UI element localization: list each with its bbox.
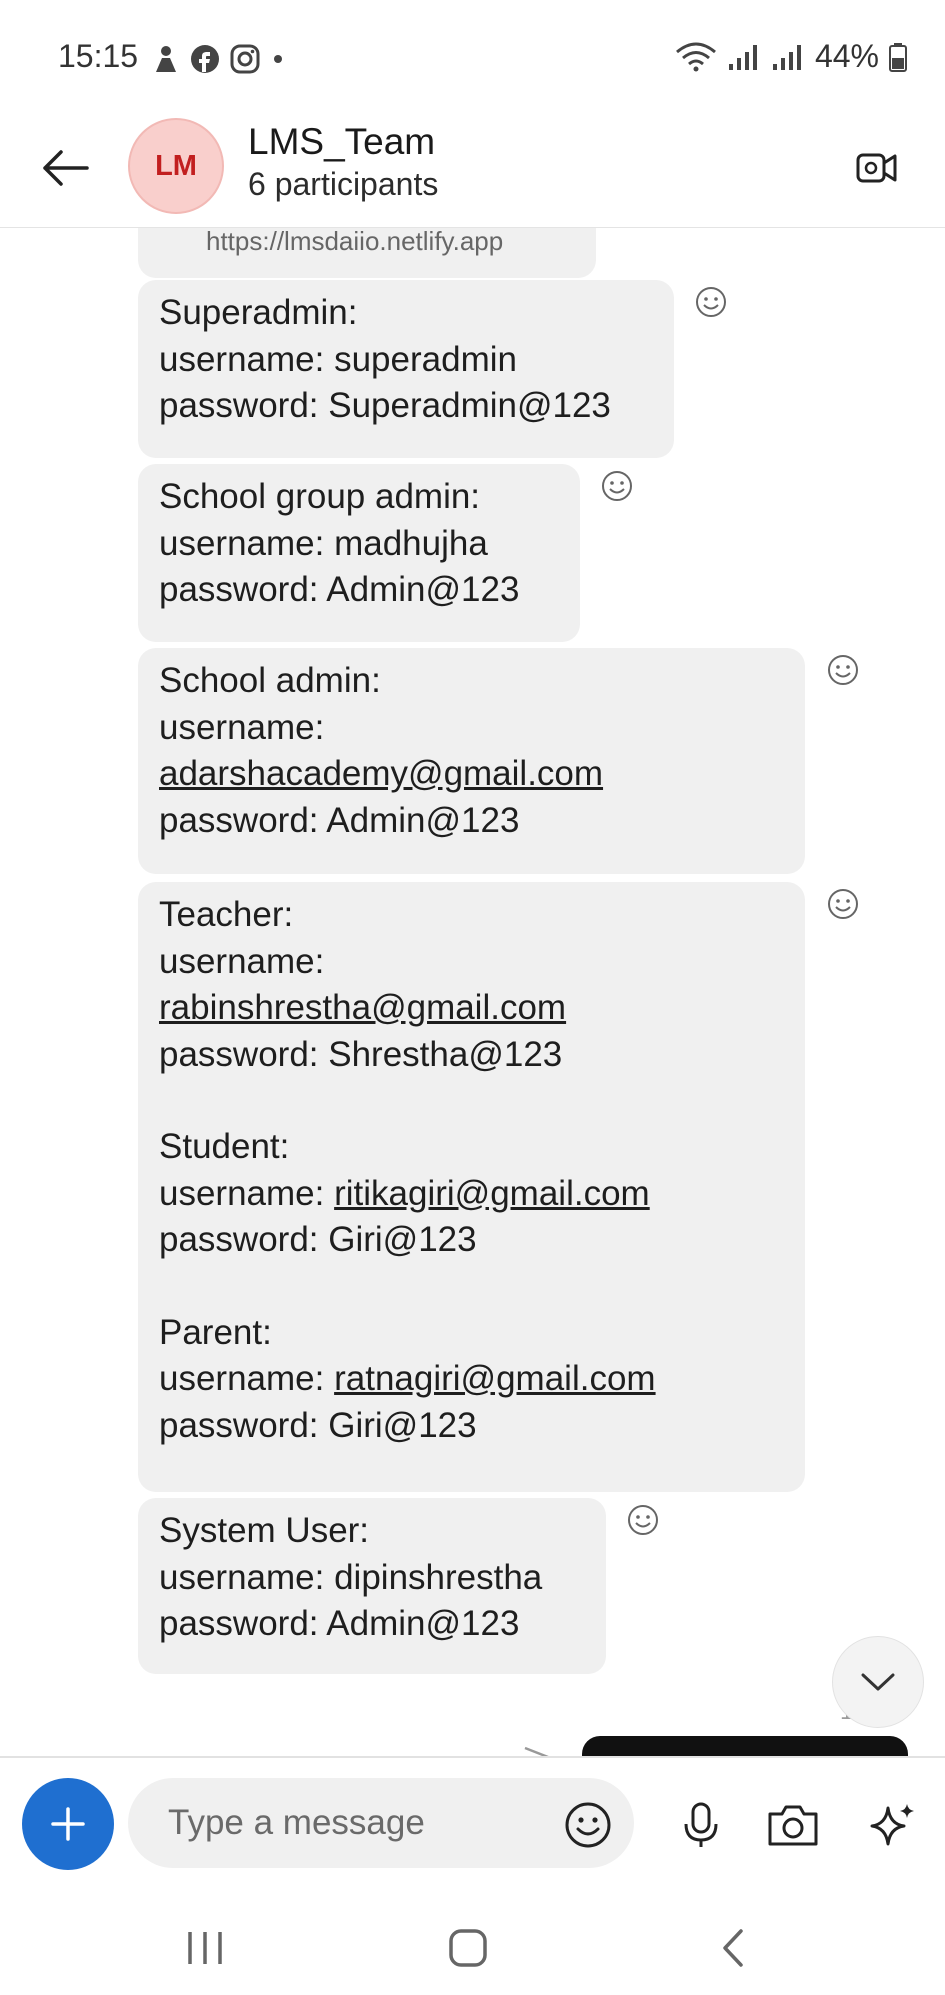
chevron-down-icon xyxy=(861,1673,895,1691)
message-line: password: Admin@123 xyxy=(159,1604,520,1643)
email-link[interactable]: adarshacademy@gmail.com xyxy=(159,754,603,793)
signal-icon-2 xyxy=(772,44,801,70)
image-message-preview[interactable] xyxy=(582,1736,908,1756)
message-line: Parent: xyxy=(159,1312,272,1352)
message-line: password: Admin@123 xyxy=(159,800,520,840)
signal-icon xyxy=(728,44,757,70)
chat-messages[interactable]: https://lmsdaiio.netlify.app Superadmin:… xyxy=(0,228,945,1756)
message-line: School admin: xyxy=(159,661,381,700)
add-reaction-icon[interactable] xyxy=(826,653,860,687)
status-app-icons xyxy=(152,44,286,74)
back-button[interactable] xyxy=(34,137,96,199)
scroll-to-bottom-button[interactable] xyxy=(832,1636,924,1728)
message-line: password: Giri@123 xyxy=(159,1405,477,1445)
message-line: Teacher: xyxy=(159,895,294,934)
status-time: 15:15 xyxy=(58,38,139,74)
add-reaction-icon[interactable] xyxy=(826,887,860,921)
message-line: password: Shrestha@123 xyxy=(159,1034,563,1074)
add-reaction-icon[interactable] xyxy=(626,1503,660,1537)
wifi-icon xyxy=(675,42,716,71)
notification-person-icon xyxy=(156,46,176,72)
email-link[interactable]: rabinshrestha@gmail.com xyxy=(159,988,566,1027)
arrow-left-icon xyxy=(43,150,89,186)
email-link[interactable]: ritikagiri@gmail.com xyxy=(334,1174,650,1213)
username-label: username: xyxy=(159,1173,325,1213)
microphone-icon[interactable] xyxy=(676,1800,726,1850)
message-composer xyxy=(0,1756,945,1900)
message-line: Superadmin: xyxy=(159,293,358,332)
camera-icon[interactable] xyxy=(766,1800,820,1850)
link-preview[interactable]: https://lmsdaiio.netlify.app xyxy=(138,228,596,278)
message-line: username: xyxy=(159,941,325,981)
back-nav-icon[interactable] xyxy=(709,1926,759,1970)
emoji-icon[interactable] xyxy=(563,1800,613,1850)
status-bar: 15:15 44% xyxy=(0,0,945,115)
add-reaction-icon[interactable] xyxy=(694,285,728,319)
message-line: username: dipinshrestha xyxy=(159,1557,543,1597)
message-line: Student: xyxy=(159,1127,290,1166)
message-input[interactable] xyxy=(128,1778,634,1868)
username-label: username: xyxy=(159,1359,325,1398)
message-line: username: superadmin xyxy=(159,339,517,379)
plus-icon xyxy=(51,1807,85,1841)
email-link[interactable]: ratnagiri@gmail.com xyxy=(334,1359,655,1398)
sparkle-icon[interactable] xyxy=(868,1800,918,1850)
message-line: School group admin: xyxy=(159,477,481,516)
dot-icon xyxy=(274,55,282,63)
battery-percent: 44% xyxy=(814,38,879,74)
message-line: username: xyxy=(159,707,325,747)
recent-apps-icon[interactable] xyxy=(180,1926,230,1970)
add-reaction-icon[interactable] xyxy=(600,469,634,503)
system-nav-bar xyxy=(0,1898,945,1995)
chat-header: LM LMS_Team 6 participants xyxy=(0,115,945,229)
add-attachment-button[interactable] xyxy=(22,1778,114,1870)
instagram-icon xyxy=(230,44,260,74)
message-line: password: Giri@123 xyxy=(159,1220,477,1259)
message-line: System User: xyxy=(159,1511,370,1550)
message-line: username: madhujha xyxy=(159,523,488,563)
message-teacher-student-parent[interactable]: Teacher: username: rabinshrestha@gmail.c… xyxy=(138,882,805,1492)
chat-title[interactable]: LMS_Team xyxy=(248,121,435,163)
message-superadmin[interactable]: Superadmin: username: superadmin passwor… xyxy=(138,280,674,458)
message-line: password: Superadmin@123 xyxy=(159,386,611,425)
avatar[interactable]: LM xyxy=(128,118,224,214)
status-right: 44% xyxy=(675,38,907,75)
video-call-button[interactable] xyxy=(849,139,905,195)
facebook-icon xyxy=(191,45,219,73)
message-school-admin[interactable]: School admin: username: adarshacademy@gm… xyxy=(138,648,805,874)
participants-count[interactable]: 6 participants xyxy=(248,166,438,203)
link-preview-url[interactable]: https://lmsdaiio.netlify.app xyxy=(206,228,503,257)
send-status-icon xyxy=(524,1746,549,1756)
message-system-user[interactable]: System User: username: dipinshrestha pas… xyxy=(138,1498,606,1674)
message-line: password: Admin@123 xyxy=(159,570,520,609)
message-school-group-admin[interactable]: School group admin: username: madhujha p… xyxy=(138,464,580,642)
video-camera-icon xyxy=(856,153,897,183)
battery-icon xyxy=(889,42,907,72)
home-icon[interactable] xyxy=(443,1926,493,1970)
